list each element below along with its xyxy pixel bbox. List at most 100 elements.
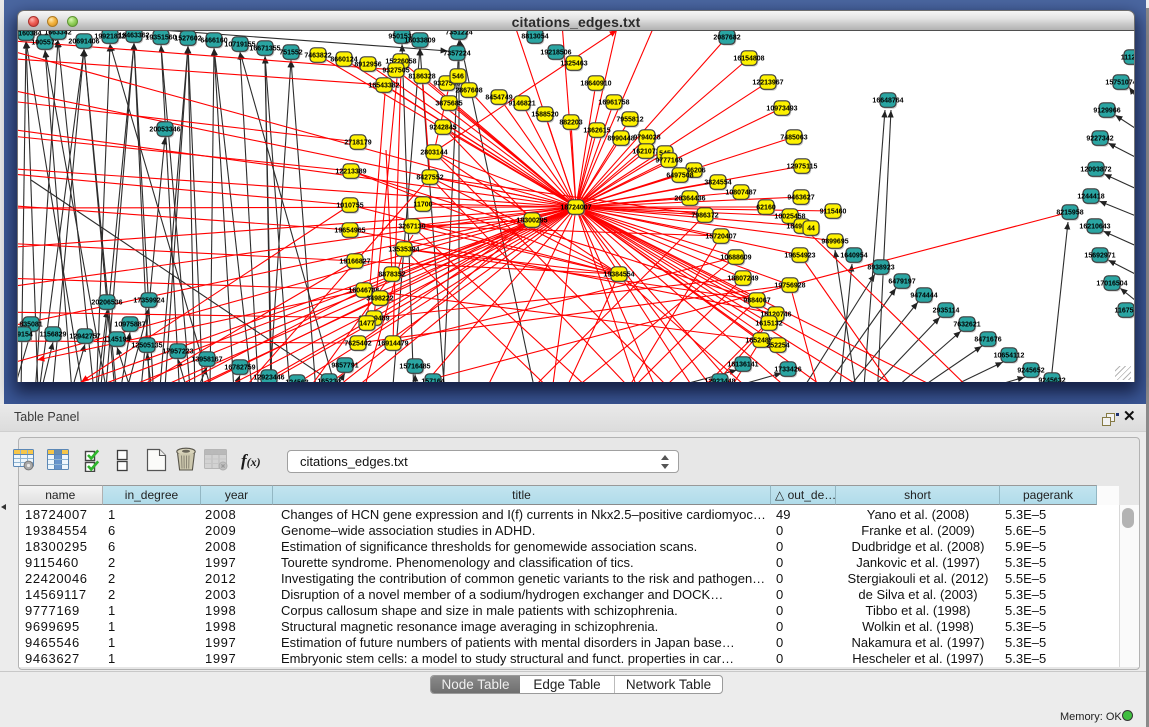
svg-text:1640954: 1640954 (840, 253, 867, 260)
svg-text:9242845: 9242845 (429, 125, 456, 132)
svg-text:9245632: 9245632 (1038, 378, 1065, 382)
svg-text:165234: 165234 (317, 379, 340, 382)
svg-text:9794028: 9794028 (633, 135, 660, 142)
svg-text:12975115: 12975115 (787, 164, 818, 171)
svg-text:19654965: 19654965 (334, 228, 365, 235)
svg-text:157164: 157164 (421, 379, 444, 382)
svg-text:15751074: 15751074 (1105, 80, 1135, 87)
svg-text:13958167: 13958167 (191, 357, 222, 364)
svg-text:15720407: 15720407 (705, 234, 736, 241)
svg-text:16154808: 16154808 (733, 56, 764, 63)
svg-text:19351560: 19351560 (145, 35, 176, 42)
svg-text:7463822: 7463822 (304, 53, 331, 60)
svg-text:12942757: 12942757 (69, 334, 100, 341)
svg-text:7485063: 7485063 (780, 135, 807, 142)
svg-text:3498222: 3498222 (366, 296, 393, 303)
svg-text:12923446: 12923446 (253, 375, 284, 382)
svg-text:1244418: 1244418 (1077, 194, 1104, 201)
svg-text:6479197: 6479197 (888, 279, 915, 286)
svg-text:10975887: 10975887 (114, 322, 145, 329)
svg-text:7625402: 7625402 (344, 341, 371, 348)
svg-text:44: 44 (807, 226, 815, 233)
svg-text:9245652: 9245652 (1017, 368, 1044, 375)
svg-text:19218506: 19218506 (540, 50, 571, 57)
svg-text:16210643: 16210643 (1079, 224, 1110, 231)
svg-text:7955812: 7955812 (616, 117, 643, 124)
svg-text:15716485: 15716485 (399, 364, 430, 371)
svg-text:1905572: 1905572 (31, 40, 58, 47)
svg-text:9857791: 9857791 (331, 363, 358, 370)
svg-text:16914479: 16914479 (377, 341, 408, 348)
svg-text:8471676: 8471676 (974, 337, 1001, 344)
svg-text:8990448: 8990448 (607, 136, 634, 143)
svg-text:16671355: 16671355 (249, 46, 280, 53)
svg-text:1325463: 1325463 (560, 61, 587, 68)
svg-text:10807487: 10807487 (725, 190, 756, 197)
svg-text:9146821: 9146821 (508, 101, 535, 108)
svg-text:1010755: 1010755 (336, 203, 363, 210)
svg-text:9129966: 9129966 (1093, 108, 1120, 115)
svg-text:8938923: 8938923 (867, 265, 894, 272)
svg-text:882203: 882203 (559, 120, 582, 127)
svg-text:1156829: 1156829 (40, 332, 67, 339)
svg-text:116753: 116753 (1115, 308, 1135, 315)
svg-text:18724007: 18724007 (560, 205, 591, 212)
svg-text:12923448: 12923448 (704, 379, 735, 382)
svg-text:7357224: 7357224 (443, 51, 470, 58)
svg-text:62160: 62160 (756, 205, 776, 212)
svg-text:16648764: 16648764 (872, 98, 903, 105)
svg-text:16033809: 16033809 (404, 38, 435, 45)
svg-text:17359924: 17359924 (133, 298, 164, 305)
svg-text:19654923: 19654923 (784, 253, 815, 260)
svg-text:10654112: 10654112 (994, 353, 1025, 360)
svg-text:16543382: 16543382 (368, 83, 399, 90)
svg-text:9327505: 9327505 (382, 68, 409, 75)
svg-text:546: 546 (452, 74, 464, 81)
svg-text:19756928: 19756928 (774, 283, 805, 290)
svg-text:18640910: 18640910 (580, 81, 611, 88)
svg-text:1527602: 1527602 (174, 36, 201, 43)
svg-text:19166827: 19166827 (339, 259, 370, 266)
svg-text:17957223: 17957223 (162, 349, 193, 356)
svg-text:9227342: 9227342 (1086, 136, 1113, 143)
svg-text:8427552: 8427552 (416, 175, 443, 182)
svg-text:8215958: 8215958 (1056, 210, 1083, 217)
svg-text:3875685: 3875685 (435, 101, 462, 108)
svg-text:111243: 111243 (1121, 55, 1135, 62)
svg-text:1615132: 1615132 (755, 321, 782, 328)
svg-text:2718179: 2718179 (344, 140, 371, 147)
svg-text:1145194: 1145194 (104, 337, 131, 344)
svg-text:17016504: 17016504 (1096, 281, 1127, 288)
svg-text:12213389: 12213389 (335, 169, 366, 176)
svg-text:9115460: 9115460 (820, 209, 847, 216)
svg-text:9884067: 9884067 (743, 298, 770, 305)
svg-text:19384554: 19384554 (603, 272, 634, 279)
svg-text:9474444: 9474444 (910, 293, 937, 300)
svg-text:1621072: 1621072 (632, 149, 659, 156)
svg-text:2867608: 2867608 (455, 88, 482, 95)
svg-text:10688609: 10688609 (720, 255, 751, 262)
svg-text:20206536: 20206536 (91, 300, 122, 307)
svg-text:1477: 1477 (359, 321, 375, 328)
svg-text:1733426: 1733426 (774, 367, 801, 374)
svg-text:9899695: 9899695 (821, 239, 848, 246)
svg-text:8813054: 8813054 (521, 34, 548, 41)
svg-text:8878352: 8878352 (378, 272, 405, 279)
svg-text:1588520: 1588520 (531, 112, 558, 119)
svg-text:8912956: 8912956 (354, 62, 381, 69)
svg-text:3267130: 3267130 (398, 224, 425, 231)
svg-text:9777169: 9777169 (655, 158, 682, 165)
svg-text:2087682: 2087682 (713, 35, 740, 42)
svg-text:39154: 39154 (18, 332, 33, 339)
svg-text:6497508: 6497508 (666, 173, 693, 180)
svg-text:7986372: 7986372 (691, 213, 718, 220)
svg-text:13535394: 13535394 (388, 247, 419, 254)
svg-text:20053346: 20053346 (149, 127, 180, 134)
svg-text:16782759: 16782759 (224, 365, 255, 372)
svg-text:18300295: 18300295 (516, 218, 547, 225)
svg-text:18807249: 18807249 (727, 276, 758, 283)
svg-text:2803144: 2803144 (420, 150, 447, 157)
svg-text:1663342: 1663342 (44, 31, 71, 37)
svg-text:2935114: 2935114 (933, 308, 960, 315)
svg-text:15692971: 15692971 (1084, 253, 1115, 260)
